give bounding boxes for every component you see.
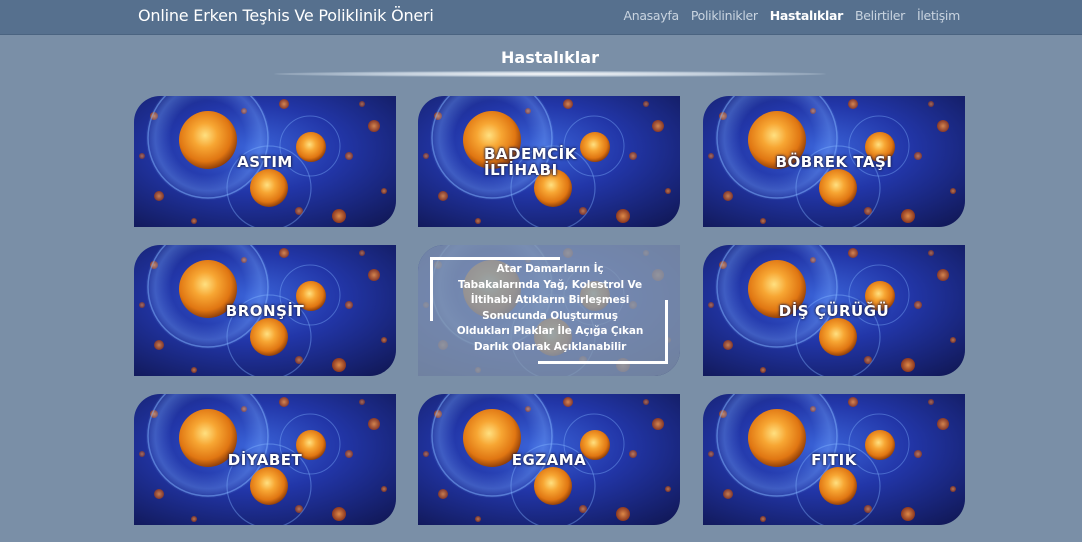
disease-card-fitik[interactable]: FITIK (703, 394, 965, 525)
disease-card-bademcik[interactable]: BADEMCİK İLTİHABI (418, 96, 680, 227)
disease-card-label: DİYABET (227, 450, 303, 469)
disease-card-bobrek[interactable]: BÖBREK TAŞI (703, 96, 965, 227)
title-underline (274, 71, 826, 77)
disease-card-diyabet[interactable]: DİYABET (134, 394, 396, 525)
disease-card-hovered[interactable]: Atar Damarların İç Tabakalarında Yağ, Ko… (418, 245, 680, 376)
disease-card-astim[interactable]: ASTIM (134, 96, 396, 227)
disease-card-label: BÖBREK TAŞI (775, 152, 893, 171)
nav-links: Anasayfa Poliklinikler Hastalıklar Belir… (623, 8, 960, 23)
disease-card-egzama[interactable]: EGZAMA (418, 394, 680, 525)
disease-card-label: BRONŞİT (225, 301, 305, 320)
disease-card-label: EGZAMA (511, 450, 587, 469)
disease-card-label: DİŞ ÇÜRÜĞÜ (778, 301, 890, 320)
nav-link-poliklinikler[interactable]: Poliklinikler (691, 8, 758, 23)
brand-title[interactable]: Online Erken Teşhis Ve Poliklinik Öneri (138, 6, 434, 25)
nav-link-hastaliklar[interactable]: Hastalıklar (770, 8, 844, 23)
disease-card-label: ASTIM (237, 152, 293, 171)
disease-card-dis-curugu[interactable]: DİŞ ÇÜRÜĞÜ (703, 245, 965, 376)
disease-description: Atar Damarların İç Tabakalarında Yağ, Ko… (456, 263, 644, 353)
disease-card-label: FITIK (811, 450, 857, 469)
nav-link-belirtiler[interactable]: Belirtiler (855, 8, 905, 23)
nav-link-anasayfa[interactable]: Anasayfa (623, 8, 679, 23)
disease-card-label: BADEMCİK İLTİHABI (484, 144, 577, 179)
disease-card-bronsit[interactable]: BRONŞİT (134, 245, 396, 376)
navbar: Online Erken Teşhis Ve Poliklinik Öneri … (0, 0, 1082, 35)
nav-link-iletisim[interactable]: İletişim (917, 8, 960, 23)
page-title: Hastalıklar (501, 48, 599, 67)
